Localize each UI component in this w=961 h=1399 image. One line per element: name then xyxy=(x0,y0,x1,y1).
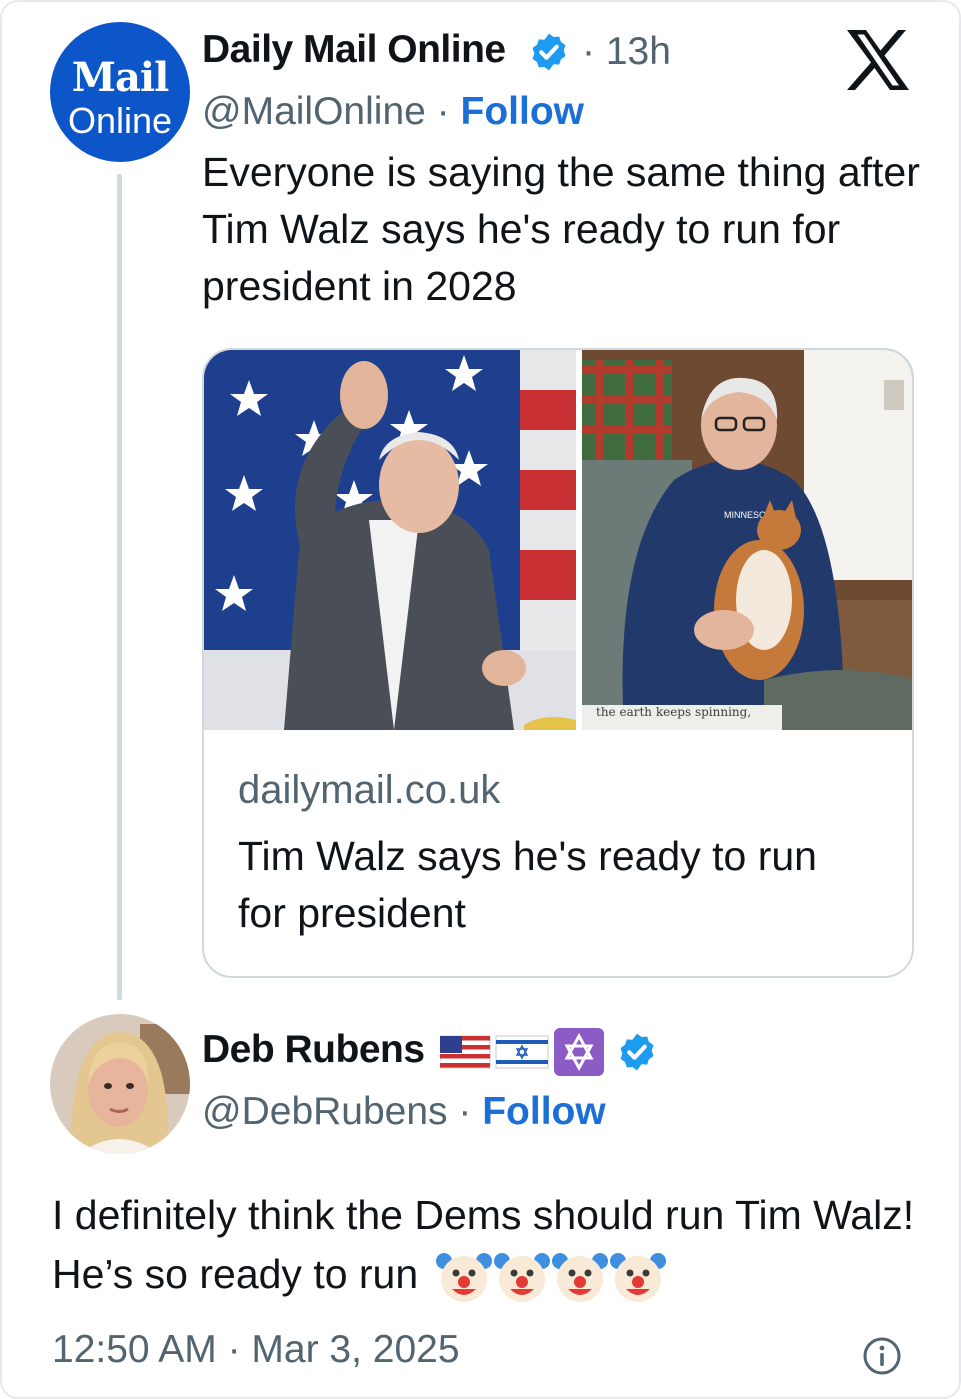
reply-text-block: I definitely think the Dems should run T… xyxy=(52,1186,922,1305)
avatar-logo-line2: Online xyxy=(67,100,173,141)
thread-connector-line xyxy=(117,174,122,1000)
verified-badge-icon xyxy=(620,1033,654,1071)
name-emoji-row xyxy=(440,1028,654,1076)
right-photo: MINNESOTA the earth keeps spinning, xyxy=(582,350,912,730)
separator: · xyxy=(425,90,461,133)
author-name[interactable]: Daily Mail Online xyxy=(202,28,506,72)
reply-handle-row: @DebRubens · Follow xyxy=(202,1090,606,1134)
tweet-card: Mail Online Daily Mail Online · 13h @Mai… xyxy=(0,0,961,1399)
post-timestamp[interactable]: 12:50 AM · Mar 3, 2025 xyxy=(52,1328,460,1372)
reply-author-name[interactable]: Deb Rubens xyxy=(202,1028,425,1072)
link-domain: dailymail.co.uk xyxy=(238,768,501,812)
post-time: · 13h xyxy=(582,30,671,73)
tweet-text: Everyone is saying the same thing after … xyxy=(202,149,920,309)
follow-button[interactable]: Follow xyxy=(461,90,584,133)
link-preview-image[interactable]: MINNESOTA the earth keeps spinning, xyxy=(204,350,914,730)
author-handle-row: @MailOnline · Follow xyxy=(202,90,584,134)
image-caption: the earth keeps spinning, xyxy=(596,705,751,719)
separator: · xyxy=(447,1090,483,1133)
link-preview-card[interactable]: MINNESOTA the earth keeps spinning, dail… xyxy=(202,348,914,978)
avatar-logo-line1: Mail xyxy=(71,54,170,101)
clown-emoji-row xyxy=(435,1253,666,1303)
author-handle[interactable]: @MailOnline xyxy=(202,90,426,133)
x-logo-icon[interactable] xyxy=(845,29,911,91)
info-icon[interactable] xyxy=(862,1336,902,1376)
dailymail-avatar[interactable]: Mail Online xyxy=(50,22,190,162)
star-of-david-icon xyxy=(554,1028,604,1076)
israel-flag-icon xyxy=(495,1035,549,1069)
reply-follow-button[interactable]: Follow xyxy=(482,1090,605,1133)
verified-badge-icon xyxy=(532,33,566,71)
reply-author-handle[interactable]: @DebRubens xyxy=(202,1090,448,1133)
debrubens-avatar[interactable] xyxy=(50,1014,190,1154)
us-flag-icon xyxy=(440,1035,491,1069)
clown-face-icon xyxy=(435,1253,492,1303)
link-title[interactable]: Tim Walz says he's ready to run for pres… xyxy=(238,828,858,942)
left-photo xyxy=(204,350,576,730)
